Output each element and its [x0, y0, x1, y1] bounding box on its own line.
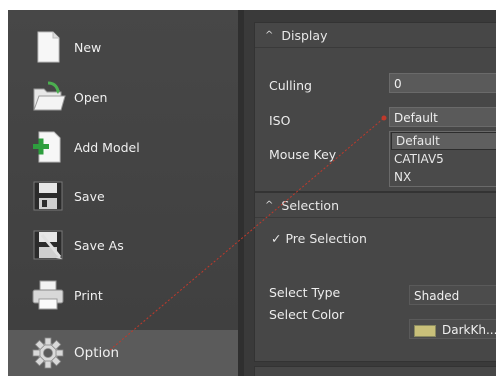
pre-selection-label: Pre Selection — [285, 231, 367, 246]
options-panel: ^ Display Culling 0 ISO Default Mouse Ke… — [244, 10, 496, 376]
menu-item-label: Add Model — [74, 139, 140, 155]
culling-input[interactable]: 0 — [389, 73, 496, 93]
printer-icon — [30, 277, 66, 313]
menu-item-label: Option — [74, 345, 120, 361]
iso-select[interactable]: Default — [389, 107, 496, 127]
selection-group-title: Selection — [281, 197, 339, 213]
menu-item-label: New — [74, 39, 102, 55]
chevron-up-icon: ^ — [265, 199, 274, 211]
iso-option-nx[interactable]: NX — [390, 168, 496, 186]
checkmark-icon: ✓ — [271, 231, 282, 246]
menu-item-option[interactable]: Option — [8, 330, 238, 376]
select-color-label: Select Color — [269, 307, 345, 322]
culling-label: Culling — [269, 78, 312, 93]
menu-item-label: Open — [74, 89, 108, 105]
select-type-select[interactable]: Shaded — [409, 285, 496, 305]
menu-item-print[interactable]: Print — [8, 272, 238, 318]
iso-option-default[interactable]: Default — [391, 132, 496, 150]
display-group: ^ Display Culling 0 ISO Default Mouse Ke… — [254, 22, 496, 192]
menu-item-label: Save As — [74, 237, 124, 253]
new-document-icon — [30, 29, 66, 65]
selection-group-header[interactable]: ^ Selection — [255, 193, 496, 218]
display-group-title: Display — [281, 27, 328, 43]
select-type-label: Select Type — [269, 285, 341, 300]
iso-option-catiav5[interactable]: CATIAV5 — [390, 150, 496, 168]
selection-group: ^ Selection ✓ Pre Selection Select Type … — [254, 192, 496, 362]
menu-item-save[interactable]: Save — [8, 173, 238, 219]
iso-label: ISO — [269, 113, 291, 128]
floppy-disk-icon — [30, 178, 66, 214]
next-group-header[interactable] — [254, 366, 496, 376]
iso-selected-value: Default — [394, 111, 438, 125]
display-group-header[interactable]: ^ Display — [255, 23, 496, 48]
file-menu: New Open Add Model Save Save As Print Op… — [8, 10, 238, 376]
open-folder-icon — [30, 79, 66, 115]
iso-dropdown-list: Default CATIAV5 NX — [389, 131, 496, 187]
options-window: New Open Add Model Save Save As Print Op… — [8, 10, 496, 376]
menu-item-label: Save — [74, 188, 105, 204]
menu-item-add-model[interactable]: Add Model — [8, 124, 238, 170]
save-as-icon — [30, 227, 66, 263]
select-color-value: DarkKh... — [442, 323, 496, 337]
pre-selection-checkbox[interactable]: ✓ Pre Selection — [271, 231, 367, 246]
mouse-key-label: Mouse Key — [269, 147, 337, 162]
gear-icon — [30, 335, 66, 371]
menu-item-open[interactable]: Open — [8, 74, 238, 120]
chevron-up-icon: ^ — [265, 29, 274, 41]
select-color-picker[interactable]: DarkKh... — [409, 319, 496, 339]
menu-item-new[interactable]: New — [8, 24, 238, 70]
color-swatch — [414, 324, 436, 337]
menu-item-label: Print — [74, 287, 103, 303]
add-model-icon — [30, 129, 66, 165]
menu-item-save-as[interactable]: Save As — [8, 222, 238, 268]
